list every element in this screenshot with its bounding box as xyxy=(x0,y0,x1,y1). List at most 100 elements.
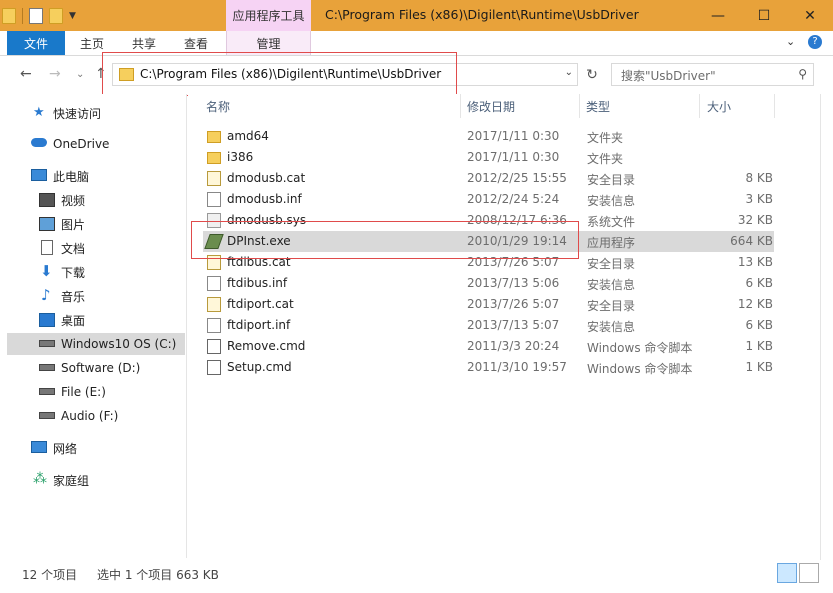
column-header-name[interactable]: 名称 xyxy=(206,94,230,118)
maximize-button[interactable]: ☐ xyxy=(741,0,787,31)
properties-button[interactable] xyxy=(29,8,43,24)
file-date: 2012/2/25 15:55 xyxy=(467,171,567,185)
refresh-button[interactable]: ↻ xyxy=(582,64,602,86)
file-name: Remove.cmd xyxy=(227,339,306,353)
selection-info: 选中 1 个项目 663 KB xyxy=(97,568,219,582)
file-type: Windows 命令脚本 xyxy=(587,341,693,355)
sidebar-item-music[interactable]: ♪ 音乐 xyxy=(7,285,185,307)
context-tab-title: 应用程序工具 xyxy=(226,0,311,31)
divider xyxy=(22,8,23,24)
file-size: 6 KB xyxy=(745,276,773,290)
large-icons-view-button[interactable] xyxy=(799,563,819,583)
sidebar-item-quick-access[interactable]: ★ 快速访问 xyxy=(7,102,185,124)
download-icon: ⬇ xyxy=(40,262,53,280)
column-header-size[interactable]: 大小 xyxy=(707,94,731,118)
address-history-dropdown[interactable]: ⌄ xyxy=(565,67,573,78)
customize-toolbar-icon[interactable]: ▼ xyxy=(69,11,76,21)
close-button[interactable]: ✕ xyxy=(787,0,833,31)
annotation-box xyxy=(191,221,579,259)
sidebar-item-label: File (E:) xyxy=(61,385,106,399)
details-view-button[interactable] xyxy=(777,563,797,583)
file-date: 2012/2/24 5:24 xyxy=(467,192,560,206)
sidebar-item-videos[interactable]: 视频 xyxy=(7,189,185,211)
table-row[interactable]: dmodusb.inf 2012/2/24 5:24 安装信息 3 KB xyxy=(203,189,774,210)
sidebar-item-network[interactable]: 网络 xyxy=(7,437,185,459)
sidebar-item-drive-c[interactable]: Windows10 OS (C:) xyxy=(7,333,185,355)
table-row[interactable]: dmodusb.cat 2012/2/25 15:55 安全目录 8 KB xyxy=(203,168,774,189)
drive-icon xyxy=(39,412,55,419)
drive-icon xyxy=(39,364,55,371)
file-size: 32 KB xyxy=(737,213,773,227)
setup-info-icon xyxy=(207,192,221,207)
sidebar-item-label: 家庭组 xyxy=(53,473,90,488)
file-size: 3 KB xyxy=(745,192,773,206)
cloud-icon xyxy=(31,138,47,147)
sidebar-item-drive-f[interactable]: Audio (F:) xyxy=(7,405,185,427)
minimize-button[interactable]: — xyxy=(695,0,741,31)
music-icon: ♪ xyxy=(41,286,51,304)
file-list: 名称 修改日期 类型 大小 amd64 2017/1/11 0:30 文件夹 i… xyxy=(188,94,820,558)
sidebar-item-label: 音乐 xyxy=(61,289,86,304)
title-bar: ▼ 应用程序工具 C:\Program Files (x86)\Digilent… xyxy=(0,0,833,31)
search-input[interactable]: 搜索"UsbDriver" ⚲ xyxy=(611,63,814,86)
divider[interactable] xyxy=(699,94,700,118)
computer-icon xyxy=(31,169,47,181)
file-name: ftdiport.inf xyxy=(227,318,291,332)
collapse-ribbon-icon[interactable]: ⌄ xyxy=(786,35,795,48)
table-row[interactable]: ftdiport.inf 2013/7/13 5:07 安装信息 6 KB xyxy=(203,315,774,336)
file-name: ftdiport.cat xyxy=(227,297,294,311)
help-icon[interactable]: ? xyxy=(808,35,822,49)
file-name: dmodusb.cat xyxy=(227,171,306,185)
table-row[interactable]: Setup.cmd 2011/3/10 19:57 Windows 命令脚本 1… xyxy=(203,357,774,378)
sidebar-item-drive-d[interactable]: Software (D:) xyxy=(7,357,185,379)
back-button[interactable]: ← xyxy=(20,66,32,82)
sidebar-item-label: 图片 xyxy=(61,217,86,232)
sidebar-item-homegroup[interactable]: ⁂ 家庭组 xyxy=(7,469,185,491)
table-row[interactable]: amd64 2017/1/11 0:30 文件夹 xyxy=(203,126,774,147)
divider[interactable] xyxy=(579,94,580,118)
file-type: 安全目录 xyxy=(587,257,636,271)
file-type: 文件夹 xyxy=(587,152,624,166)
tab-file[interactable]: 文件 xyxy=(7,31,65,55)
file-type: 文件夹 xyxy=(587,131,624,145)
file-type: 系统文件 xyxy=(587,215,636,229)
file-date: 2017/1/11 0:30 xyxy=(467,150,560,164)
sidebar-item-label: 此电脑 xyxy=(53,169,90,184)
new-folder-button[interactable] xyxy=(49,8,63,24)
drive-icon xyxy=(39,388,55,395)
sidebar-item-this-pc[interactable]: 此电脑 xyxy=(7,165,185,187)
catalog-icon xyxy=(207,297,221,312)
sidebar-item-drive-e[interactable]: File (E:) xyxy=(7,381,185,403)
network-icon xyxy=(31,441,47,453)
sidebar-item-label: 文档 xyxy=(61,241,86,256)
table-row[interactable]: i386 2017/1/11 0:30 文件夹 xyxy=(203,147,774,168)
table-row[interactable]: ftdibus.inf 2013/7/13 5:06 安装信息 6 KB xyxy=(203,273,774,294)
script-icon xyxy=(207,360,221,375)
table-row[interactable]: ftdiport.cat 2013/7/26 5:07 安全目录 12 KB xyxy=(203,294,774,315)
window-title: C:\Program Files (x86)\Digilent\Runtime\… xyxy=(325,7,639,22)
sidebar-item-documents[interactable]: 文档 xyxy=(7,237,185,259)
column-header-type[interactable]: 类型 xyxy=(586,94,610,118)
file-size: 664 KB xyxy=(730,234,773,248)
sidebar-item-pictures[interactable]: 图片 xyxy=(7,213,185,235)
divider[interactable] xyxy=(774,94,775,118)
sidebar-item-downloads[interactable]: ⬇ 下载 xyxy=(7,261,185,283)
homegroup-icon: ⁂ xyxy=(33,471,47,487)
table-row[interactable]: Remove.cmd 2011/3/3 20:24 Windows 命令脚本 1… xyxy=(203,336,774,357)
file-type: 应用程序 xyxy=(587,236,636,250)
sidebar-item-label: Software (D:) xyxy=(61,361,141,375)
script-icon xyxy=(207,339,221,354)
sidebar-item-desktop[interactable]: 桌面 xyxy=(7,309,185,331)
forward-button[interactable]: → xyxy=(49,66,61,82)
file-type: 安装信息 xyxy=(587,194,636,208)
file-size: 6 KB xyxy=(745,318,773,332)
divider[interactable] xyxy=(460,94,461,118)
sidebar-item-label: 网络 xyxy=(53,441,78,456)
star-icon: ★ xyxy=(33,105,45,120)
search-icon[interactable]: ⚲ xyxy=(798,67,807,81)
setup-info-icon xyxy=(207,276,221,291)
recent-locations-button[interactable]: ⌄ xyxy=(76,69,84,80)
navigation-pane: ★ 快速访问 OneDrive 此电脑 视频 图片 文档 ⬇ 下载 ♪ 音乐 桌… xyxy=(7,94,187,558)
sidebar-item-onedrive[interactable]: OneDrive xyxy=(7,133,185,155)
column-header-date[interactable]: 修改日期 xyxy=(467,94,515,118)
